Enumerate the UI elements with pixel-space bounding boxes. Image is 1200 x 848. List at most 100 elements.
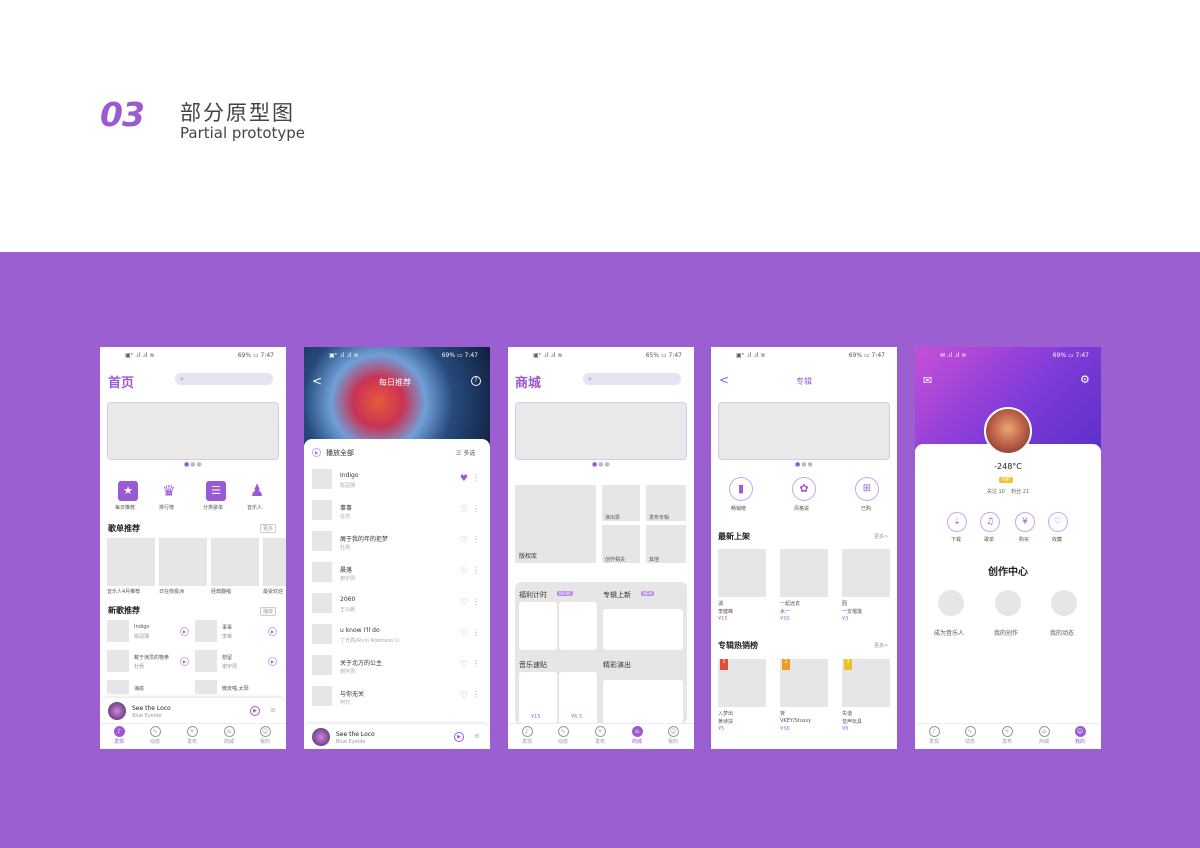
- tab-me[interactable]: ☺ 我的: [253, 726, 277, 745]
- banner[interactable]: [107, 402, 279, 460]
- creation-item-icon[interactable]: [938, 590, 964, 616]
- tile-publish-album[interactable]: 发布专辑: [646, 485, 686, 521]
- tab-me[interactable]: ☺ 我的: [661, 726, 685, 745]
- mail-icon[interactable]: ✉: [923, 374, 932, 387]
- play-icon[interactable]: ▶: [180, 627, 189, 636]
- tab-publish[interactable]: + 发布: [995, 726, 1019, 745]
- more-icon[interactable]: ⋮: [472, 535, 480, 544]
- play-icon[interactable]: ▶: [180, 657, 189, 666]
- song-row[interactable]: 事事 任然 ♡ ⋮: [312, 498, 482, 526]
- heart-icon[interactable]: ♡: [460, 505, 468, 515]
- icon-daily[interactable]: ★ 每日推荐: [115, 481, 138, 511]
- help-icon[interactable]: ?: [471, 376, 481, 386]
- heart-icon[interactable]: ♡: [460, 660, 468, 670]
- show-card[interactable]: [603, 680, 683, 724]
- icon-category[interactable]: ☰ 分类歌单: [203, 481, 226, 511]
- heart-icon[interactable]: ♡: [460, 598, 468, 608]
- play-icon[interactable]: ▶: [268, 657, 277, 666]
- album-cover[interactable]: 2: [780, 659, 828, 707]
- playlist-cover[interactable]: [159, 538, 207, 586]
- sticker-card[interactable]: ¥6.5: [559, 672, 597, 724]
- more-link[interactable]: 更多>: [874, 533, 888, 540]
- heart-icon[interactable]: ♥: [460, 474, 468, 484]
- tab-shop[interactable]: ⌂ 商城: [1032, 726, 1056, 745]
- playlist-cover[interactable]: [263, 538, 286, 586]
- playlist-cover[interactable]: [211, 538, 259, 586]
- album-cover[interactable]: [780, 549, 828, 597]
- heart-icon[interactable]: ♡: [1048, 512, 1068, 532]
- avatar[interactable]: [984, 407, 1032, 455]
- download-icon[interactable]: ⇣: [947, 512, 967, 532]
- song-row[interactable]: 屑于我的年的拒梦 杜杨 ♡ ⋮: [312, 529, 482, 557]
- more-link[interactable]: 更多>: [874, 642, 888, 649]
- queue-icon[interactable]: ≡: [270, 707, 276, 714]
- tile-creation[interactable]: 创作相关: [602, 525, 640, 563]
- tab-shop[interactable]: ⌂ 商城: [217, 726, 241, 745]
- song-row[interactable]: 与你无关 阿冗 ♡ ⋮: [312, 684, 482, 712]
- tile-tickets[interactable]: 演出票: [602, 485, 640, 521]
- tile-other[interactable]: 其他: [646, 525, 686, 563]
- heart-icon[interactable]: ♡: [460, 536, 468, 546]
- album-cover[interactable]: [842, 549, 890, 597]
- play-icon[interactable]: ▶: [250, 706, 260, 716]
- album-cover[interactable]: 1: [718, 659, 766, 707]
- multi-select-button[interactable]: ☰ 多选: [456, 448, 475, 457]
- back-icon[interactable]: <: [312, 374, 322, 388]
- promo-card[interactable]: [603, 609, 683, 650]
- more-icon[interactable]: ⋮: [472, 566, 480, 575]
- tab-discover[interactable]: ♪ 发现: [515, 726, 539, 745]
- song-row[interactable]: 晨落 谢宇周 ♡ ⋮: [312, 560, 482, 588]
- play-all-icon[interactable]: ▶: [312, 448, 321, 457]
- heart-icon[interactable]: ♡: [460, 691, 468, 701]
- banner[interactable]: [515, 402, 687, 460]
- tab-publish[interactable]: + 发布: [180, 726, 204, 745]
- icon-musician[interactable]: ♟ 音乐人: [247, 481, 267, 511]
- play-button[interactable]: 播放: [260, 607, 277, 616]
- queue-icon[interactable]: ≡: [474, 733, 480, 740]
- yen-icon[interactable]: ¥: [1015, 512, 1035, 532]
- more-icon[interactable]: ⋮: [472, 473, 480, 482]
- tab-feed[interactable]: ∿ 动态: [551, 726, 575, 745]
- promo-card[interactable]: [559, 602, 597, 650]
- song-row[interactable]: 关于北方的公主 谢宇周 ♡ ⋮: [312, 653, 482, 681]
- gear-icon[interactable]: ⚙: [1080, 373, 1090, 386]
- album-cover[interactable]: [718, 549, 766, 597]
- chart-bar-icon[interactable]: ▮: [729, 477, 753, 501]
- bag-icon[interactable]: ⊞: [855, 477, 879, 501]
- search-input[interactable]: ⌕: [583, 373, 681, 385]
- tab-feed[interactable]: ∿ 动态: [143, 726, 167, 745]
- song-row[interactable]: Indigo 陈冠蒲 ♥ ⋮: [312, 467, 482, 495]
- song-row[interactable]: 2060 王以朗 ♡ ⋮: [312, 591, 482, 619]
- search-input[interactable]: ⌕: [175, 373, 273, 385]
- back-icon[interactable]: <: [719, 373, 729, 387]
- promo-card[interactable]: [519, 602, 557, 650]
- album-cover[interactable]: 3: [842, 659, 890, 707]
- play-icon[interactable]: ▶: [268, 627, 277, 636]
- tab-discover[interactable]: ♪ 发现: [107, 726, 131, 745]
- tab-publish[interactable]: + 发布: [588, 726, 612, 745]
- playlist-cover[interactable]: [107, 538, 155, 586]
- heart-icon[interactable]: ♡: [460, 629, 468, 639]
- play-icon[interactable]: ▶: [454, 732, 464, 742]
- tab-feed[interactable]: ∿ 动态: [958, 726, 982, 745]
- music-note-icon[interactable]: ♫: [980, 512, 1000, 532]
- icon-rank[interactable]: ♛ 排行榜: [159, 481, 179, 511]
- more-button[interactable]: 更多: [260, 524, 277, 533]
- sticker-card[interactable]: ¥15: [519, 672, 557, 724]
- mini-player[interactable]: See the Loco Blue Eyeide ▶ ≡: [304, 723, 490, 749]
- tab-shop[interactable]: ⌂ 商城: [625, 726, 649, 745]
- creation-item-icon[interactable]: [995, 590, 1021, 616]
- more-icon[interactable]: ⋮: [472, 659, 480, 668]
- more-icon[interactable]: ⋮: [472, 628, 480, 637]
- tile-copyright[interactable]: 版权库: [515, 485, 596, 563]
- more-icon[interactable]: ⋮: [472, 597, 480, 606]
- banner[interactable]: [718, 402, 890, 460]
- heart-icon[interactable]: ♡: [460, 567, 468, 577]
- song-row[interactable]: u know I'll do 丁光亮/Alvin Robinson Li ♡ ⋮: [312, 622, 482, 650]
- mini-player[interactable]: See the Loco Blue Eyeide ▶ ≡: [100, 697, 286, 723]
- play-all-button[interactable]: 播放全部: [326, 448, 354, 458]
- tab-discover[interactable]: ♪ 发现: [922, 726, 946, 745]
- creation-item-icon[interactable]: [1051, 590, 1077, 616]
- tab-me[interactable]: ☺ 我的: [1068, 726, 1092, 745]
- more-icon[interactable]: ⋮: [472, 504, 480, 513]
